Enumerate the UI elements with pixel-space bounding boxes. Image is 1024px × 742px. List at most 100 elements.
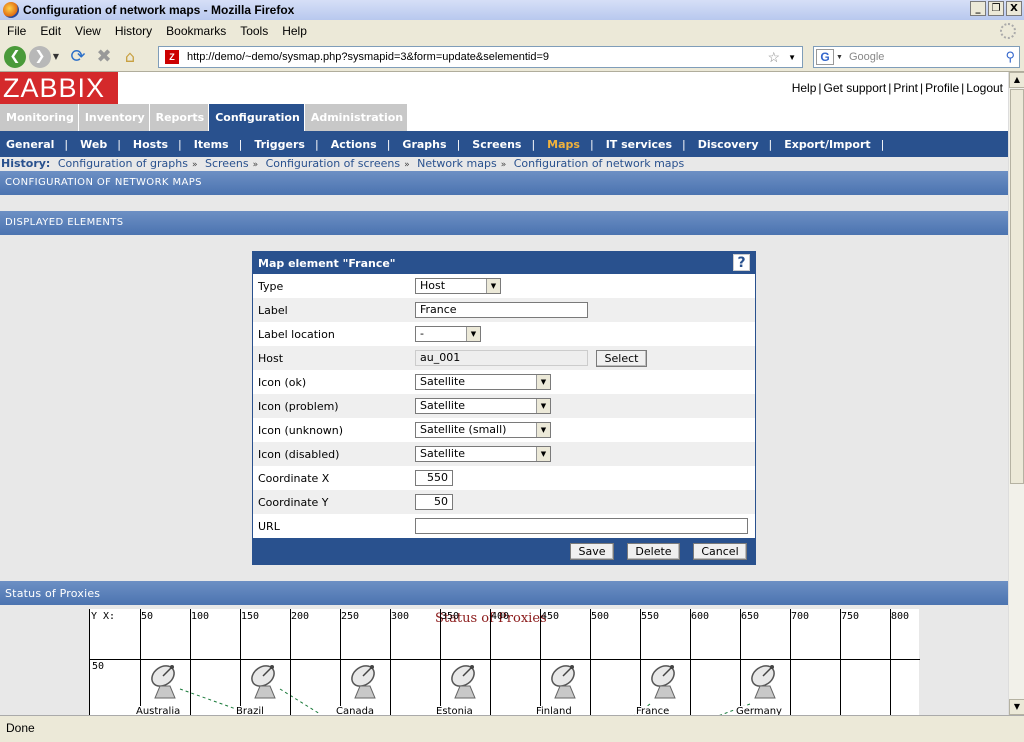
- form-row-host: Host au_001 Select: [253, 346, 755, 370]
- search-icon[interactable]: ⚲: [1005, 49, 1015, 65]
- scroll-thumb[interactable]: [1010, 89, 1024, 484]
- vertical-scrollbar[interactable]: ▲ ▼: [1008, 72, 1024, 715]
- menu-history[interactable]: History: [108, 24, 159, 38]
- satellite-icon[interactable]: [247, 662, 283, 700]
- minimize-button[interactable]: _: [970, 1, 986, 16]
- subnav-maps[interactable]: Maps: [547, 138, 580, 151]
- home-icon[interactable]: ⌂: [119, 47, 141, 66]
- map-element-label: Australia: [135, 706, 182, 715]
- breadcrumb-item[interactable]: Configuration of network maps: [514, 157, 685, 170]
- subnav-hosts[interactable]: Hosts: [133, 138, 168, 151]
- cancel-button[interactable]: Cancel: [693, 543, 747, 560]
- menu-help[interactable]: Help: [275, 24, 314, 38]
- satellite-icon[interactable]: [347, 662, 383, 700]
- forward-icon[interactable]: ❯: [29, 45, 51, 68]
- breadcrumb-item[interactable]: Configuration of graphs: [58, 157, 188, 170]
- type-select[interactable]: Host ▼: [415, 278, 501, 294]
- chevron-down-icon: ▼: [486, 279, 500, 293]
- map-x-tick: 650: [741, 611, 760, 622]
- url-dropdown-icon[interactable]: ▼: [788, 53, 796, 62]
- breadcrumb-item[interactable]: Configuration of screens: [266, 157, 401, 170]
- scroll-down-icon[interactable]: ▼: [1009, 699, 1024, 715]
- select-host-button[interactable]: Select: [596, 349, 647, 367]
- coord-y-input[interactable]: 50: [415, 494, 453, 510]
- icon-ok-label: Icon (ok): [258, 375, 307, 389]
- breadcrumb-item[interactable]: Screens: [205, 157, 249, 170]
- save-button[interactable]: Save: [570, 543, 614, 560]
- icon-unknown-select[interactable]: Satellite (small) ▼: [415, 422, 551, 438]
- network-map[interactable]: Y X: Status of Proxies 50 50 100 150 200 250…: [89, 609, 920, 715]
- icon-disabled-select[interactable]: Satellite ▼: [415, 446, 551, 462]
- menu-edit[interactable]: Edit: [33, 24, 68, 38]
- map-x-tick: 250: [341, 611, 360, 622]
- url-input[interactable]: [415, 518, 748, 534]
- coord-x-input[interactable]: 550: [415, 470, 453, 486]
- form-row-url: URL: [253, 514, 755, 538]
- close-button[interactable]: X: [1006, 1, 1022, 16]
- icon-problem-select[interactable]: Satellite ▼: [415, 398, 551, 414]
- breadcrumb: History: Configuration of graphs» Screen…: [0, 157, 1008, 171]
- google-icon[interactable]: G: [816, 49, 834, 65]
- satellite-icon[interactable]: [647, 662, 683, 700]
- back-icon[interactable]: ❮: [4, 45, 26, 68]
- breadcrumb-item[interactable]: Network maps: [417, 157, 497, 170]
- subnav-it-services[interactable]: IT services: [606, 138, 672, 151]
- delete-button[interactable]: Delete: [627, 543, 680, 560]
- get-support-link[interactable]: Get support: [824, 81, 887, 95]
- url-text[interactable]: http://demo/~demo/sysmap.php?sysmapid=3&…: [187, 51, 549, 63]
- chevron-down-icon: ▼: [466, 327, 480, 341]
- satellite-icon[interactable]: [147, 662, 183, 700]
- subnav-discovery[interactable]: Discovery: [698, 138, 759, 151]
- subnav-graphs[interactable]: Graphs: [402, 138, 446, 151]
- map-link: [279, 688, 321, 715]
- subnav-screens[interactable]: Screens: [472, 138, 521, 151]
- help-link[interactable]: Help: [792, 81, 817, 95]
- host-input[interactable]: au_001: [415, 350, 588, 366]
- url-bar[interactable]: Z http://demo/~demo/sysmap.php?sysmapid=…: [158, 46, 803, 68]
- grid-line: [390, 609, 391, 715]
- subnav-items[interactable]: Items: [194, 138, 229, 151]
- search-engine-dropdown-icon[interactable]: ▼: [836, 54, 843, 61]
- label-input[interactable]: France: [415, 302, 588, 318]
- tab-monitoring[interactable]: Monitoring: [0, 104, 79, 131]
- search-input[interactable]: Google: [849, 51, 884, 63]
- tab-inventory[interactable]: Inventory: [78, 104, 150, 131]
- icon-disabled-label: Icon (disabled): [258, 447, 340, 461]
- satellite-icon[interactable]: [747, 662, 783, 700]
- profile-link[interactable]: Profile: [925, 81, 959, 95]
- chevron-down-icon: ▼: [536, 423, 550, 437]
- help-icon[interactable]: ?: [733, 254, 750, 271]
- bookmark-star-icon[interactable]: ☆: [767, 49, 780, 66]
- zabbix-logo[interactable]: ZABBIX: [0, 72, 118, 104]
- subnav-triggers[interactable]: Triggers: [254, 138, 305, 151]
- history-dropdown-icon[interactable]: ▼: [51, 52, 61, 61]
- icon-ok-value: Satellite: [420, 375, 466, 388]
- menu-bookmarks[interactable]: Bookmarks: [159, 24, 233, 38]
- logout-link[interactable]: Logout: [966, 81, 1003, 95]
- tab-administration[interactable]: Administration: [304, 104, 409, 131]
- print-link[interactable]: Print: [893, 81, 918, 95]
- subnav-export-import[interactable]: Export/Import: [784, 138, 870, 151]
- stop-icon[interactable]: ✖: [93, 46, 115, 67]
- icon-ok-select[interactable]: Satellite ▼: [415, 374, 551, 390]
- reload-icon[interactable]: ⟳: [67, 46, 89, 67]
- search-box[interactable]: G ▼ Google ⚲: [813, 46, 1020, 68]
- satellite-icon[interactable]: [547, 662, 583, 700]
- subnav-general[interactable]: General: [6, 138, 54, 151]
- satellite-icon[interactable]: [447, 662, 483, 700]
- menu-view[interactable]: View: [68, 24, 108, 38]
- scroll-up-icon[interactable]: ▲: [1009, 72, 1024, 88]
- site-favicon: Z: [165, 50, 179, 64]
- tab-configuration[interactable]: Configuration: [209, 104, 305, 131]
- menu-tools[interactable]: Tools: [233, 24, 275, 38]
- subnav-web[interactable]: Web: [80, 138, 107, 151]
- tab-reports[interactable]: Reports: [149, 104, 210, 131]
- menu-file[interactable]: File: [0, 24, 33, 38]
- maximize-button[interactable]: ❐: [988, 1, 1004, 16]
- form-row-label: Label France: [253, 298, 755, 322]
- label-location-select[interactable]: - ▼: [415, 326, 481, 342]
- form-row-type: Type Host ▼: [253, 274, 755, 298]
- url-label: URL: [258, 519, 280, 533]
- map-element-form: Map element "France" ? Type Host ▼ Label…: [252, 251, 756, 565]
- subnav-actions[interactable]: Actions: [331, 138, 377, 151]
